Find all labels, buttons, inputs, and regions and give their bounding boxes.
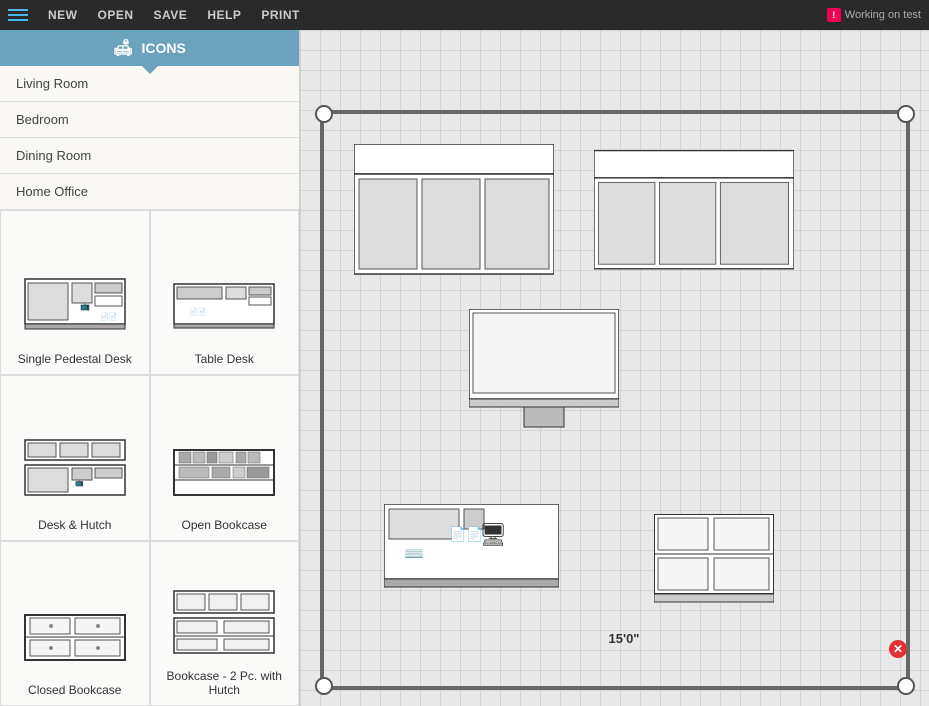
svg-text:📺: 📺 (75, 479, 84, 487)
sidebar-item-bedroom[interactable]: Bedroom (0, 102, 299, 138)
svg-text:📄📄: 📄📄 (449, 526, 484, 543)
canvas-area: 15'0" 15'0" 13'6" 13'6" (300, 30, 929, 706)
help-button[interactable]: HELP (207, 8, 241, 22)
svg-text:⌨️: ⌨️ (404, 546, 424, 563)
icons-label: ICONS (141, 40, 185, 56)
room-rectangle[interactable]: 15'0" 15'0" 13'6" 13'6" (320, 110, 910, 690)
closed-bookcase-icon (20, 600, 130, 675)
single-pedestal-desk-icon: 📺 📄📄 (20, 269, 130, 344)
corner-handle-br[interactable] (897, 677, 915, 695)
svg-text:📄📄: 📄📄 (189, 307, 206, 316)
icon-desk-hutch[interactable]: 📺 Desk & Hutch (0, 375, 150, 540)
icon-table-desk[interactable]: 📄📄 Table Desk (150, 210, 300, 375)
bookcase-2pc-hutch-label: Bookcase - 2 Pc. with Hutch (155, 669, 295, 697)
icon-single-pedestal-desk[interactable]: 📺 📄📄 Single Pedestal Desk (0, 210, 150, 375)
sidebar-item-dining-room[interactable]: Dining Room (0, 138, 299, 174)
dimension-bottom: 15'0" (609, 631, 640, 646)
new-button[interactable]: NEW (48, 8, 78, 22)
corner-handle-tl[interactable] (315, 105, 333, 123)
icon-open-bookcase[interactable]: Open Bookcase (150, 375, 300, 540)
canvas-closed-bookcase[interactable] (654, 514, 774, 614)
icons-grid: 📺 📄📄 Single Pedestal Desk 📄📄 Tabl (0, 210, 299, 706)
open-bookcase-label: Open Bookcase (182, 518, 267, 532)
corner-handle-bl[interactable] (315, 677, 333, 695)
corner-handle-tr[interactable] (897, 105, 915, 123)
icon-closed-bookcase[interactable]: Closed Bookcase (0, 541, 150, 706)
table-desk-label: Table Desk (195, 352, 254, 366)
svg-text:📄📄: 📄📄 (100, 312, 117, 321)
dimension-left: 13'6" (300, 469, 302, 500)
single-pedestal-desk-label: Single Pedestal Desk (18, 352, 132, 366)
canvas-sofa-left[interactable] (354, 144, 554, 294)
icons-header[interactable]: 🛋 ICONS (0, 30, 299, 66)
working-label: Working on test (845, 9, 921, 21)
couch-icon: 🛋 (113, 38, 133, 58)
open-button[interactable]: OPEN (98, 8, 134, 22)
print-button[interactable]: PRINT (261, 8, 300, 22)
working-status: ! Working on test (827, 8, 921, 22)
table-desk-icon: 📄📄 (169, 269, 279, 344)
canvas-desk[interactable]: 🖥 ⌨️ 📄📄 (384, 504, 559, 604)
main-layout: 🛋 ICONS Living Room Bedroom Dining Room … (0, 30, 929, 706)
sidebar: 🛋 ICONS Living Room Bedroom Dining Room … (0, 30, 300, 706)
svg-text:📺: 📺 (80, 302, 90, 311)
icon-bookcase-2pc-hutch[interactable]: Bookcase - 2 Pc. with Hutch (150, 541, 300, 706)
open-bookcase-icon (169, 435, 279, 510)
save-button[interactable]: SAVE (154, 8, 188, 22)
canvas-sofa-right[interactable] (594, 144, 794, 294)
desk-hutch-icon: 📺 (20, 435, 130, 510)
toolbar: NEW OPEN SAVE HELP PRINT ! Working on te… (0, 0, 929, 30)
bookcase-2pc-hutch-icon (169, 586, 279, 661)
desk-hutch-label: Desk & Hutch (38, 518, 111, 532)
canvas-tv[interactable] (469, 309, 619, 434)
working-icon: ! (827, 8, 841, 22)
delete-button[interactable]: ✕ (889, 640, 907, 658)
closed-bookcase-label: Closed Bookcase (28, 683, 121, 697)
sidebar-item-home-office[interactable]: Home Office (0, 174, 299, 210)
menu-icon[interactable] (8, 9, 28, 21)
